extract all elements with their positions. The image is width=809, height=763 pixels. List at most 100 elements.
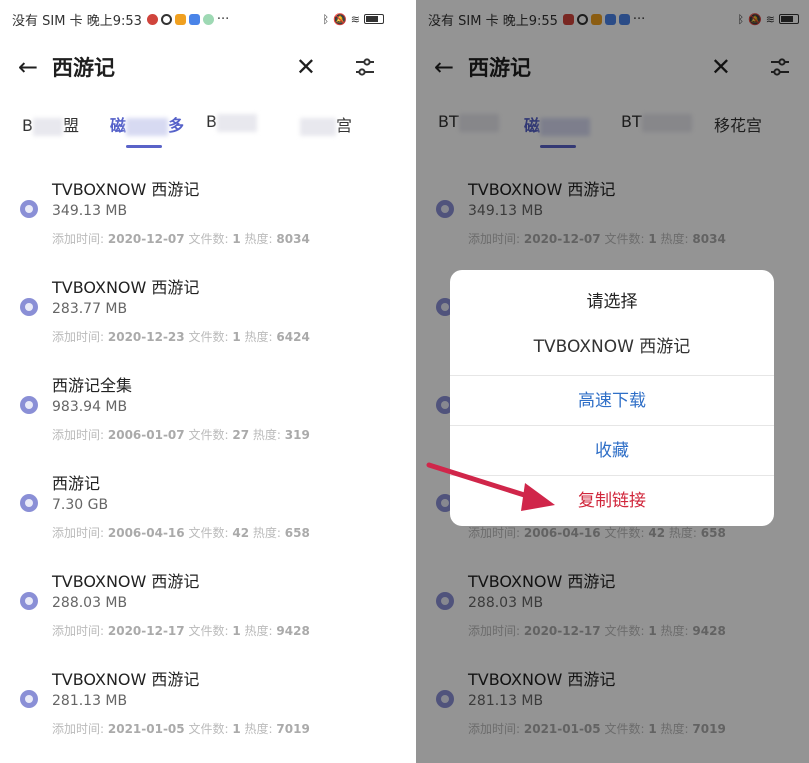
list-item[interactable]: TVBOXNOW 西游记 283.77 MB 添加时间: 2020-12-23 …: [0, 258, 394, 356]
list-item[interactable]: TVBOXNOW 西游记 281.13 MB 添加时间: 2021-01-05 …: [0, 650, 394, 748]
item-title: TVBOXNOW 西游记: [52, 278, 200, 297]
meta-label: 文件数:: [188, 232, 229, 246]
heat-value: 319: [284, 428, 310, 442]
meta-label: 热度:: [244, 330, 273, 344]
item-size: 281.13 MB: [52, 693, 128, 709]
tab-label: 宫: [336, 116, 353, 135]
tab-source-3[interactable]: B: [206, 112, 257, 132]
source-tabs: B盟 磁多 B 宫: [0, 96, 394, 150]
status-text: 没有 SIM 卡 晚上9:53: [12, 13, 142, 29]
item-meta: 添加时间: 2006-04-16 文件数: 42 热度: 658: [52, 524, 310, 541]
notification-app-icon: [174, 13, 186, 25]
notification-icons: ···: [146, 11, 230, 27]
item-size: 7.30 GB: [52, 497, 109, 513]
active-tab-indicator: [126, 145, 162, 148]
meta-label: 添加时间:: [52, 526, 105, 540]
tab-label: B: [22, 116, 33, 135]
item-meta: 添加时间: 2020-12-17 文件数: 1 热度: 9428: [52, 622, 310, 639]
left-phone-screen: 没有 SIM 卡 晚上9:53 ··· ᛒ 🔕 ≋ ← 西游记 ✕ B盟 磁 多…: [0, 0, 394, 763]
added-date: 2006-01-07: [107, 428, 185, 442]
battery-icon: [364, 14, 384, 24]
back-arrow-icon[interactable]: ←: [18, 53, 52, 81]
notification-app-icon: [146, 13, 158, 25]
redaction-blur: [300, 117, 336, 136]
filter-settings-icon[interactable]: [354, 56, 376, 78]
bluetooth-icon: ᛒ: [322, 12, 330, 26]
tab-source-1[interactable]: B盟: [22, 112, 79, 136]
item-meta: 添加时间: 2020-12-07 文件数: 1 热度: 8034: [52, 230, 310, 247]
notification-app-icon: [202, 13, 214, 25]
magnet-link-icon: [20, 200, 38, 218]
annotation-arrow-icon: [426, 462, 555, 511]
item-meta: 添加时间: 2006-01-07 文件数: 27 热度: 319: [52, 426, 310, 443]
redaction-blur: [216, 113, 257, 132]
tab-label: 多: [168, 116, 185, 135]
item-meta: 添加时间: 2021-01-05 文件数: 1 热度: 7019: [52, 720, 310, 737]
item-title: 西游记: [52, 474, 101, 493]
file-count: 42: [232, 526, 250, 540]
magnet-link-icon: [20, 494, 38, 512]
heat-value: 8034: [276, 232, 310, 246]
meta-label: 热度:: [244, 624, 273, 638]
added-date: 2020-12-23: [107, 330, 185, 344]
high-speed-download-button[interactable]: 高速下载: [450, 375, 774, 425]
tab-source-4[interactable]: 宫: [300, 112, 352, 136]
list-item[interactable]: 西游记全集 983.94 MB 添加时间: 2006-01-07 文件数: 27…: [0, 356, 394, 454]
list-item[interactable]: TVBOXNOW 西游记 349.13 MB 添加时间: 2020-12-07 …: [0, 160, 394, 258]
item-title: 西游记全集: [52, 376, 133, 395]
heat-value: 6424: [276, 330, 310, 344]
status-bar: 没有 SIM 卡 晚上9:53 ··· ᛒ 🔕 ≋: [0, 0, 394, 38]
magnet-link-icon: [20, 690, 38, 708]
tab-label: 盟: [62, 116, 79, 135]
notification-app-icon: [188, 13, 200, 25]
meta-label: 文件数:: [188, 330, 229, 344]
item-size: 983.94 MB: [52, 399, 128, 415]
item-title: TVBOXNOW 西游记: [52, 572, 200, 591]
meta-label: 热度:: [244, 232, 273, 246]
file-count: 27: [232, 428, 250, 442]
notification-app-icon: [160, 13, 172, 25]
status-right-icons: ᛒ 🔕 ≋: [322, 13, 384, 26]
heat-value: 9428: [276, 624, 310, 638]
magnet-link-icon: [20, 592, 38, 610]
meta-label: 文件数:: [188, 624, 229, 638]
meta-label: 添加时间:: [52, 428, 105, 442]
dialog-title: 请选择: [586, 292, 638, 312]
mute-icon: 🔕: [333, 12, 347, 26]
tab-label: B: [206, 112, 217, 131]
meta-label: 文件数:: [188, 428, 229, 442]
file-count: 1: [232, 232, 241, 246]
item-size: 288.03 MB: [52, 595, 128, 611]
page-title: 西游记: [52, 56, 115, 80]
file-count: 1: [232, 624, 241, 638]
item-title: TVBOXNOW 西游记: [52, 670, 200, 689]
added-date: 2006-04-16: [107, 526, 185, 540]
meta-label: 热度:: [244, 722, 273, 736]
list-item[interactable]: TVBOXNOW 西游记 288.03 MB 添加时间: 2020-12-17 …: [0, 552, 394, 650]
heat-value: 658: [284, 526, 310, 540]
more-notifications: ···: [216, 11, 230, 27]
tab-source-2[interactable]: 磁多: [110, 112, 184, 136]
dialog-subtitle: TVBOXNOW 西游记: [533, 337, 691, 357]
file-count: 1: [232, 722, 241, 736]
item-meta: 添加时间: 2020-12-23 文件数: 1 热度: 6424: [52, 328, 310, 345]
redaction-blur: [32, 117, 63, 136]
wifi-icon: ≋: [350, 12, 360, 26]
top-app-bar: ← 西游记 ✕: [0, 42, 394, 92]
added-date: 2020-12-07: [107, 232, 185, 246]
meta-label: 文件数:: [188, 722, 229, 736]
list-item[interactable]: 西游记 7.30 GB 添加时间: 2006-04-16 文件数: 42 热度:…: [0, 454, 394, 552]
added-date: 2021-01-05: [107, 722, 185, 736]
meta-label: 添加时间:: [52, 330, 105, 344]
tab-label: 磁: [110, 116, 127, 135]
meta-label: 添加时间:: [52, 624, 105, 638]
right-phone-screen: 没有 SIM 卡 晚上9:55 ··· ᛒ 🔕 ≋ ← 西游记 ✕ BT 磁 B…: [416, 0, 809, 763]
file-count: 1: [232, 330, 241, 344]
magnet-link-icon: [20, 396, 38, 414]
meta-label: 热度:: [252, 428, 281, 442]
close-icon[interactable]: ✕: [296, 53, 316, 81]
heat-value: 7019: [276, 722, 310, 736]
redaction-blur: [126, 117, 169, 136]
meta-label: 热度:: [252, 526, 281, 540]
item-title: TVBOXNOW 西游记: [52, 180, 200, 199]
